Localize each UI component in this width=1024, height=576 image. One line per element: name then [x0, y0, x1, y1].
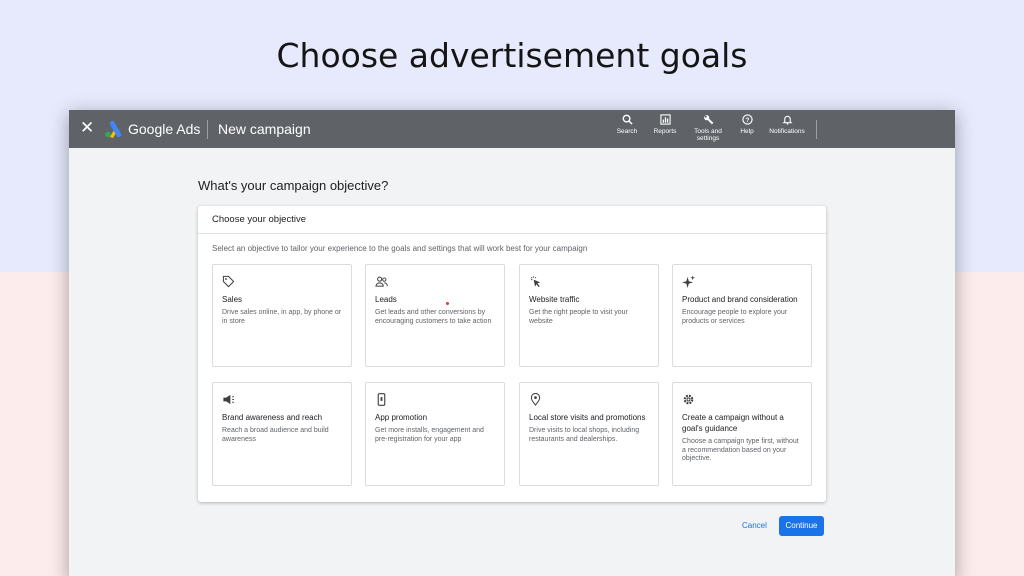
- objective-title: Product and brand consideration: [682, 295, 798, 304]
- tools-settings-button[interactable]: Tools and settings: [689, 114, 727, 142]
- gear-icon: [683, 394, 694, 405]
- objective-description: Drive sales online, in app, by phone or …: [222, 309, 342, 325]
- tool-label: Help: [740, 128, 754, 135]
- hero-title: Choose advertisement goals: [276, 36, 748, 75]
- objective-title: App promotion: [375, 413, 428, 422]
- tool-label: Notifications: [769, 128, 805, 135]
- objective-title: Brand awareness and reach: [222, 413, 323, 422]
- megaphone-icon: [223, 394, 235, 405]
- objective-description: Choose a campaign type first, without a …: [682, 438, 799, 462]
- reports-tool-button[interactable]: Reports: [649, 114, 681, 135]
- objective-website-traffic[interactable]: Website traffic Get the right people to …: [519, 264, 659, 367]
- objective-description: Get more installs, engagement and pre-re…: [375, 427, 484, 443]
- app-window: ✕ Google Ads New campaign Search Reports…: [69, 110, 955, 576]
- divider: [207, 120, 208, 139]
- objective-heading: What's your campaign objective?: [198, 178, 389, 193]
- search-tool-button[interactable]: Search: [615, 114, 639, 135]
- objective-description: Get the right people to visit your websi…: [529, 309, 628, 325]
- objective-sales[interactable]: Sales Drive sales online, in app, by pho…: [212, 264, 352, 367]
- bell-icon: [782, 115, 792, 125]
- cursor-click-icon: [530, 276, 541, 288]
- tool-label: Reports: [653, 128, 677, 135]
- help-tool-button[interactable]: ? Help: [736, 114, 758, 135]
- divider: [816, 120, 817, 139]
- objective-description: Encourage people to explore your product…: [682, 309, 788, 325]
- objective-title: Sales: [222, 295, 243, 304]
- objective-description: Get leads and other conversions by encou…: [375, 309, 492, 325]
- google-ads-logo: [105, 120, 122, 138]
- objective-no-guidance[interactable]: Create a campaign without a goal's guida…: [672, 382, 812, 486]
- objective-description: Drive visits to local shops, including r…: [529, 427, 640, 443]
- phone-icon: [377, 393, 386, 406]
- tag-icon: [222, 275, 235, 288]
- notifications-tool-button[interactable]: Notifications: [765, 114, 809, 135]
- top-bar: ✕ Google Ads New campaign Search Reports…: [69, 110, 955, 148]
- reports-icon: [659, 114, 671, 125]
- brand-name: Google Ads: [128, 121, 201, 137]
- cursor-dot: [446, 302, 449, 305]
- objective-leads[interactable]: Leads Get leads and other conversions by…: [365, 264, 505, 367]
- objective-title: Website traffic: [529, 295, 580, 304]
- objective-title: Create a campaign without a goal's guida…: [682, 413, 784, 433]
- objective-title: Local store visits and promotions: [529, 413, 646, 422]
- objective-app-promotion[interactable]: App promotion Get more installs, engagem…: [365, 382, 505, 486]
- tool-label: Tools and settings: [694, 128, 722, 142]
- cancel-button[interactable]: Cancel: [736, 516, 773, 536]
- svg-text:?: ?: [745, 117, 749, 124]
- close-icon[interactable]: ✕: [80, 118, 94, 138]
- objective-title: Leads: [375, 295, 397, 304]
- sparkle-icon: [682, 275, 695, 288]
- objective-product-brand-consideration[interactable]: Product and brand consideration Encourag…: [672, 264, 812, 367]
- objective-description: Reach a broad audience and build awarene…: [222, 427, 329, 443]
- help-icon: ?: [741, 114, 753, 125]
- search-icon: [622, 114, 633, 125]
- people-icon: [375, 276, 388, 287]
- location-pin-icon: [530, 393, 541, 406]
- objective-local-store-visits[interactable]: Local store visits and promotions Drive …: [519, 382, 659, 486]
- wrench-icon: [703, 115, 713, 125]
- card-description: Select an objective to tailor your exper…: [212, 244, 588, 253]
- page-title: New campaign: [218, 121, 311, 137]
- tool-label: Search: [616, 128, 638, 135]
- objective-card: Choose your objective Select an objectiv…: [198, 206, 826, 502]
- continue-button[interactable]: Continue: [779, 516, 824, 536]
- card-title: Choose your objective: [198, 206, 826, 234]
- objective-brand-awareness-reach[interactable]: Brand awareness and reach Reach a broad …: [212, 382, 352, 486]
